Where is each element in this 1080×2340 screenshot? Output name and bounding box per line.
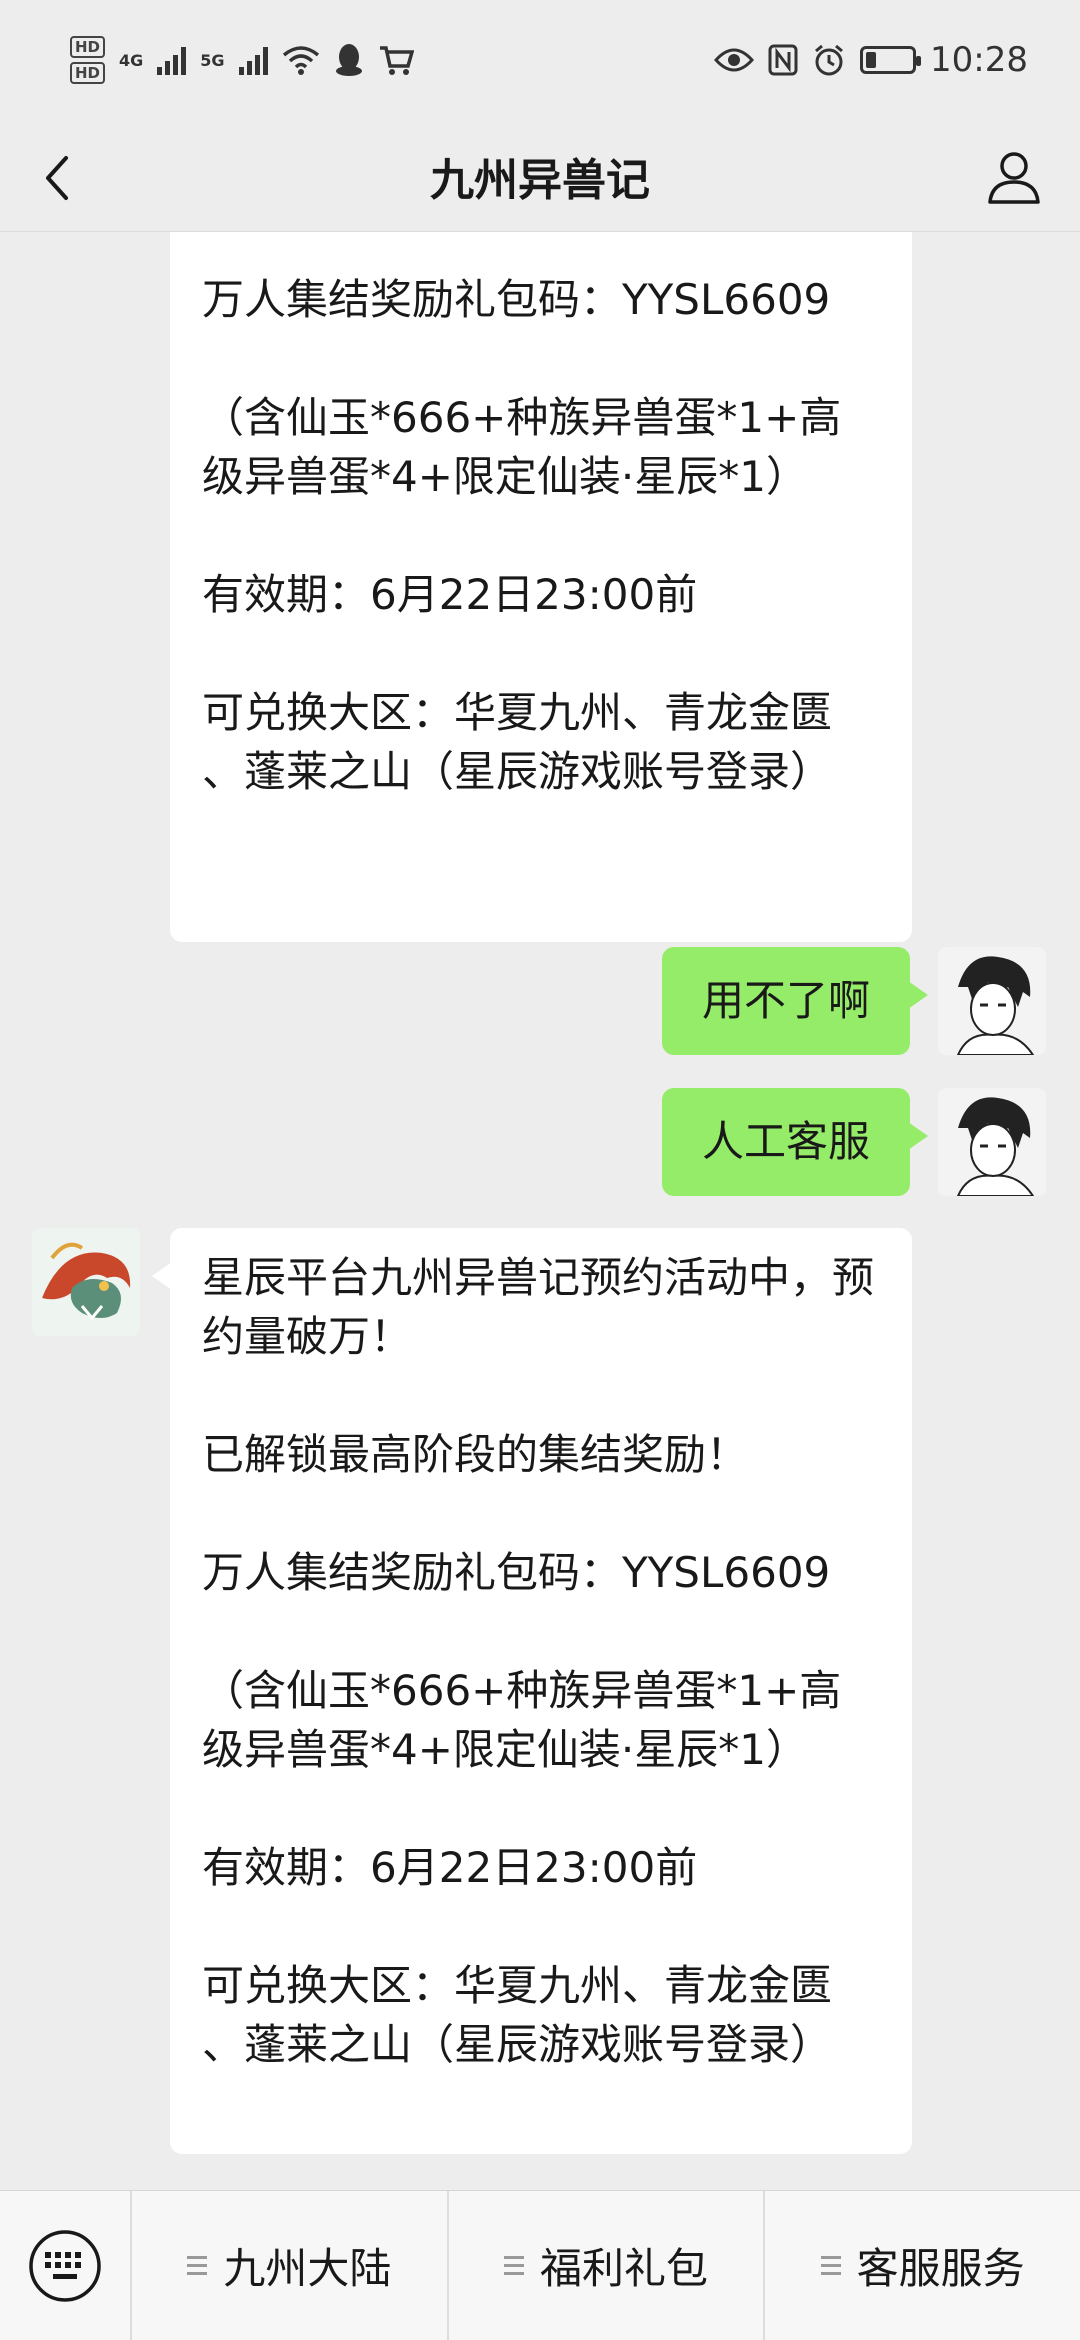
chat-header: 九州异兽记 [0, 120, 1080, 232]
wifi-icon [282, 46, 319, 75]
hd-indicators: HD HD [70, 36, 106, 84]
nfc-icon [768, 44, 798, 76]
chat-title: 九州异兽记 [430, 154, 650, 206]
menu-icon [820, 2256, 841, 2275]
menu-item-service[interactable]: 客服服务 [763, 2190, 1080, 2340]
back-icon[interactable] [30, 148, 90, 208]
hd-badge-1: HD [70, 36, 106, 58]
message-list[interactable]: 已解锁最高阶段的集结奖励！ 万人集结奖励礼包码：YYSL6609 （含仙玉*66… [0, 232, 1080, 2190]
user-avatar[interactable] [938, 1088, 1046, 1196]
signal-icon-1 [157, 45, 187, 75]
menu-item-label: 福利礼包 [540, 2244, 709, 2293]
qq-penguin-icon [335, 44, 362, 76]
alarm-icon [815, 44, 843, 76]
clock: 10:28 [930, 40, 1028, 80]
status-bar: HD HD 4G 5G 10:28 [0, 0, 1080, 120]
official-account-avatar[interactable] [32, 1228, 140, 1336]
message-bubble-incoming[interactable]: 星辰平台九州异兽记预约活动中，预约量破万！ 已解锁最高阶段的集结奖励！ 万人集结… [152, 1228, 912, 2154]
shopping-cart-icon [379, 46, 414, 75]
bottom-menu: 九州大陆 福利礼包 客服服务 [0, 2190, 1080, 2340]
status-right: 10:28 [714, 40, 1028, 80]
keyboard-icon [29, 2229, 101, 2302]
eye-icon [714, 48, 755, 72]
keyboard-toggle-button[interactable] [0, 2191, 130, 2340]
menu-item-jiuzhou[interactable]: 九州大陆 [130, 2190, 447, 2340]
message-bubble-outgoing[interactable]: 用不了啊 [662, 947, 928, 1055]
menu-item-label: 九州大陆 [223, 2244, 392, 2293]
hd-badge-2: HD [70, 62, 106, 84]
network-type-1: 4G [119, 50, 144, 70]
menu-icon [504, 2256, 524, 2275]
menu-item-welfare[interactable]: 福利礼包 [446, 2190, 764, 2340]
profile-icon[interactable] [982, 144, 1046, 208]
battery-icon [860, 46, 922, 74]
chat-screen: HD HD 4G 5G 10:28 九州异兽记 万人集结奖励礼包码：YYSL66… [0, 0, 1080, 2340]
user-avatar[interactable] [938, 947, 1046, 1055]
menu-item-label: 客服服务 [856, 2244, 1025, 2293]
message-bubble-outgoing[interactable]: 人工客服 [662, 1088, 928, 1196]
status-left: HD HD 4G 5G [70, 36, 414, 84]
signal-icon-2 [238, 45, 268, 75]
menu-icon [187, 2256, 208, 2275]
network-type-2: 5G [200, 50, 225, 70]
message-bubble-incoming[interactable]: 已解锁最高阶段的集结奖励！ 万人集结奖励礼包码：YYSL6609 （含仙玉*66… [170, 232, 912, 942]
